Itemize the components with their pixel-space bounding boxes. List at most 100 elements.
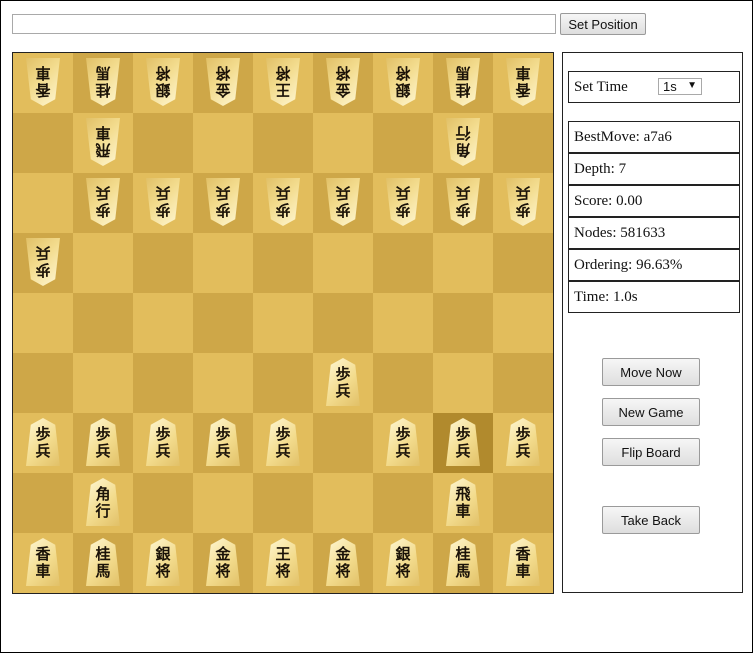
board-square[interactable]	[193, 473, 253, 533]
board-square[interactable]: 歩兵	[133, 173, 193, 233]
gote-piece[interactable]: 歩兵	[266, 178, 300, 226]
position-input[interactable]	[12, 14, 556, 34]
board-square[interactable]	[313, 473, 373, 533]
board-square[interactable]: 銀将	[373, 533, 433, 593]
board-square[interactable]: 桂馬	[73, 53, 133, 113]
board-square[interactable]: 金将	[313, 533, 373, 593]
board-square[interactable]: 香車	[13, 53, 73, 113]
board-square[interactable]: 王将	[253, 53, 313, 113]
move-now-button[interactable]: Move Now	[602, 358, 700, 386]
shogi-board[interactable]: 香車桂馬銀将金将王将金将銀将桂馬香車飛車角行歩兵歩兵歩兵歩兵歩兵歩兵歩兵歩兵歩兵…	[12, 52, 554, 594]
flip-board-button[interactable]: Flip Board	[602, 438, 700, 466]
gote-piece[interactable]: 銀将	[386, 58, 420, 106]
sente-piece[interactable]: 角行	[86, 478, 120, 526]
board-square[interactable]: 歩兵	[373, 413, 433, 473]
board-square[interactable]	[73, 233, 133, 293]
take-back-button[interactable]: Take Back	[602, 506, 700, 534]
board-square[interactable]	[193, 353, 253, 413]
sente-piece[interactable]: 銀将	[146, 538, 180, 586]
sente-piece[interactable]: 歩兵	[446, 418, 480, 466]
board-square[interactable]	[493, 473, 553, 533]
gote-piece[interactable]: 桂馬	[86, 58, 120, 106]
board-square[interactable]	[13, 293, 73, 353]
gote-piece[interactable]: 王将	[266, 58, 300, 106]
gote-piece[interactable]: 歩兵	[326, 178, 360, 226]
gote-piece[interactable]: 歩兵	[206, 178, 240, 226]
gote-piece[interactable]: 飛車	[86, 118, 120, 166]
board-square[interactable]	[313, 413, 373, 473]
board-square[interactable]: 歩兵	[313, 353, 373, 413]
board-square[interactable]: 金将	[313, 53, 373, 113]
board-square[interactable]: 歩兵	[13, 413, 73, 473]
sente-piece[interactable]: 飛車	[446, 478, 480, 526]
sente-piece[interactable]: 歩兵	[26, 418, 60, 466]
board-square[interactable]	[13, 473, 73, 533]
sente-piece[interactable]: 金将	[206, 538, 240, 586]
board-square[interactable]	[13, 113, 73, 173]
board-square[interactable]	[133, 293, 193, 353]
gote-piece[interactable]: 歩兵	[26, 238, 60, 286]
board-square[interactable]: 歩兵	[253, 413, 313, 473]
board-square[interactable]: 金将	[193, 53, 253, 113]
board-square[interactable]	[253, 233, 313, 293]
board-square[interactable]	[133, 353, 193, 413]
board-square[interactable]: 銀将	[133, 533, 193, 593]
board-square[interactable]	[313, 293, 373, 353]
board-square[interactable]	[133, 473, 193, 533]
board-square[interactable]	[313, 113, 373, 173]
sente-piece[interactable]: 香車	[26, 538, 60, 586]
board-square[interactable]: 飛車	[433, 473, 493, 533]
board-square[interactable]	[433, 233, 493, 293]
board-square[interactable]	[73, 353, 133, 413]
board-square[interactable]: 香車	[13, 533, 73, 593]
sente-piece[interactable]: 歩兵	[266, 418, 300, 466]
gote-piece[interactable]: 歩兵	[506, 178, 540, 226]
board-square[interactable]: 歩兵	[133, 413, 193, 473]
board-square[interactable]: 歩兵	[313, 173, 373, 233]
board-square[interactable]: 歩兵	[193, 413, 253, 473]
sente-piece[interactable]: 王将	[266, 538, 300, 586]
board-square[interactable]: 歩兵	[433, 413, 493, 473]
board-square[interactable]	[193, 233, 253, 293]
gote-piece[interactable]: 角行	[446, 118, 480, 166]
board-square[interactable]: 角行	[73, 473, 133, 533]
board-square[interactable]	[433, 353, 493, 413]
board-square[interactable]	[373, 233, 433, 293]
gote-piece[interactable]: 歩兵	[86, 178, 120, 226]
board-square[interactable]: 飛車	[73, 113, 133, 173]
board-square[interactable]: 桂馬	[73, 533, 133, 593]
board-square[interactable]	[253, 353, 313, 413]
board-square[interactable]	[493, 113, 553, 173]
new-game-button[interactable]: New Game	[602, 398, 700, 426]
board-square[interactable]	[193, 293, 253, 353]
gote-piece[interactable]: 歩兵	[386, 178, 420, 226]
board-square[interactable]: 歩兵	[193, 173, 253, 233]
board-square[interactable]: 歩兵	[493, 413, 553, 473]
board-square[interactable]	[373, 473, 433, 533]
board-square[interactable]: 金将	[193, 533, 253, 593]
board-square[interactable]	[373, 113, 433, 173]
sente-piece[interactable]: 歩兵	[86, 418, 120, 466]
board-square[interactable]	[433, 293, 493, 353]
board-square[interactable]	[253, 113, 313, 173]
gote-piece[interactable]: 香車	[26, 58, 60, 106]
board-square[interactable]	[13, 173, 73, 233]
board-square[interactable]	[313, 233, 373, 293]
gote-piece[interactable]: 金将	[326, 58, 360, 106]
board-square[interactable]: 銀将	[373, 53, 433, 113]
board-square[interactable]	[133, 113, 193, 173]
sente-piece[interactable]: 歩兵	[206, 418, 240, 466]
board-square[interactable]: 歩兵	[13, 233, 73, 293]
time-select[interactable]: 1s ▼	[658, 78, 702, 95]
gote-piece[interactable]: 歩兵	[146, 178, 180, 226]
board-square[interactable]: 歩兵	[493, 173, 553, 233]
board-square[interactable]: 歩兵	[73, 173, 133, 233]
board-square[interactable]: 桂馬	[433, 533, 493, 593]
board-square[interactable]: 香車	[493, 533, 553, 593]
sente-piece[interactable]: 歩兵	[146, 418, 180, 466]
board-square[interactable]: 王将	[253, 533, 313, 593]
gote-piece[interactable]: 桂馬	[446, 58, 480, 106]
board-square[interactable]: 桂馬	[433, 53, 493, 113]
sente-piece[interactable]: 歩兵	[506, 418, 540, 466]
board-square[interactable]	[193, 113, 253, 173]
